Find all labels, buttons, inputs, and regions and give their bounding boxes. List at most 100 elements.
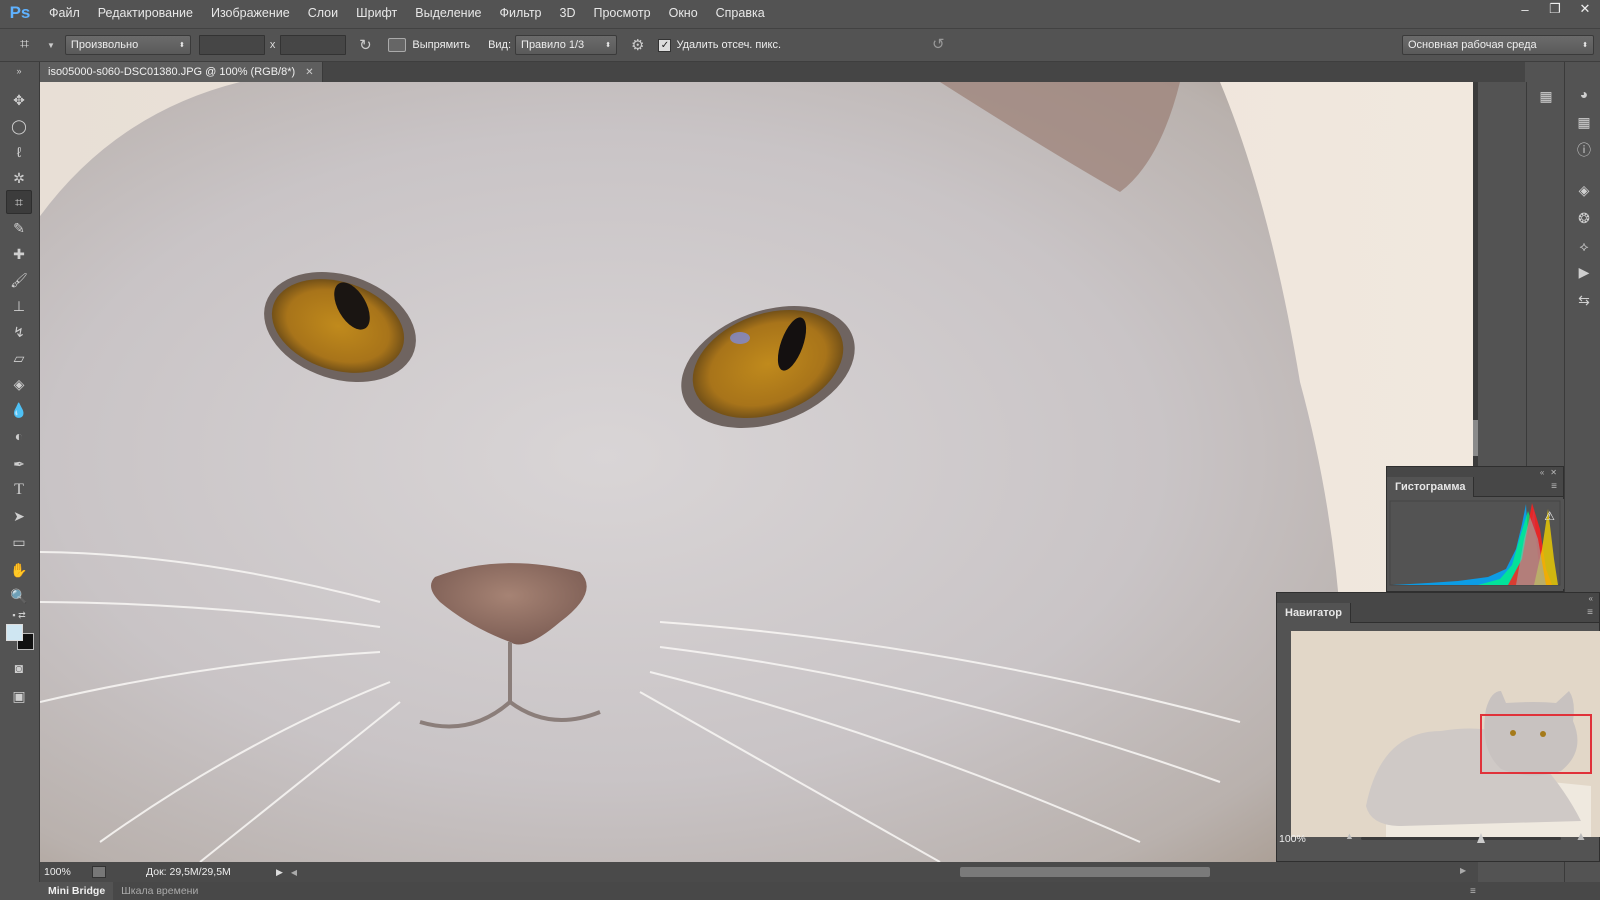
menu-edit[interactable]: Редактирование bbox=[89, 0, 202, 26]
reset-icon[interactable]: ↺ bbox=[932, 35, 945, 53]
panel-menu-icon[interactable]: ≡ bbox=[1470, 886, 1476, 897]
blur-tool-icon[interactable]: 💧 bbox=[6, 398, 32, 422]
menu-filter[interactable]: Фильтр bbox=[491, 0, 551, 26]
panel-menu-icon[interactable]: ≡ bbox=[1587, 607, 1593, 618]
close-panel-icon[interactable]: ✕ bbox=[1550, 468, 1557, 477]
menu-help[interactable]: Справка bbox=[707, 0, 774, 26]
clone-stamp-tool-icon[interactable]: ⊥ bbox=[6, 294, 32, 318]
history-brush-tool-icon[interactable]: ↯ bbox=[6, 320, 32, 344]
zoom-out-icon[interactable]: ▲ bbox=[1345, 831, 1354, 841]
zoom-level[interactable]: 100% bbox=[40, 866, 92, 878]
navigator-preview[interactable] bbox=[1291, 631, 1600, 837]
document-size-info: Док: 29,5M/29,5M bbox=[146, 866, 231, 878]
path-selection-tool-icon[interactable]: ➤ bbox=[6, 504, 32, 528]
adjustments-icon[interactable]: ⇆ bbox=[1574, 290, 1594, 310]
restore-icon[interactable]: ❐ bbox=[1540, 0, 1570, 18]
dodge-tool-icon[interactable]: ◐ bbox=[6, 424, 32, 448]
paths-icon[interactable]: ⟡ bbox=[1574, 236, 1594, 256]
status-menu-arrow-icon[interactable]: ▶ bbox=[276, 867, 283, 878]
menu-image[interactable]: Изображение bbox=[202, 0, 299, 26]
horizontal-scrollbar-thumb[interactable] bbox=[960, 867, 1210, 877]
menu-view[interactable]: Просмотр bbox=[585, 0, 660, 26]
menu-file[interactable]: Файл bbox=[40, 0, 89, 26]
view-select[interactable]: Правило 1/3 ⬍ bbox=[515, 35, 618, 55]
straighten-icon[interactable] bbox=[388, 38, 407, 52]
paint-bucket-tool-icon[interactable]: ◈ bbox=[6, 372, 32, 396]
view-select-value: Правило 1/3 bbox=[521, 39, 585, 51]
gear-icon[interactable]: ⚙ bbox=[631, 36, 644, 54]
magic-wand-tool-icon[interactable]: ✲ bbox=[6, 166, 32, 190]
menu-select[interactable]: Выделение bbox=[406, 0, 490, 26]
document-canvas[interactable] bbox=[40, 82, 1478, 862]
navigator-panel: « Навигатор ≡ 100% ▲ ▲ bbox=[1276, 592, 1600, 862]
quick-mask-icon[interactable]: ◙ bbox=[6, 656, 32, 680]
collapse-panel-icon[interactable]: « bbox=[1589, 594, 1593, 603]
move-tool-icon[interactable]: ✥ bbox=[6, 88, 32, 112]
menu-bar: Ps Файл Редактирование Изображение Слои … bbox=[0, 0, 1600, 26]
delete-cropped-checkbox[interactable]: ✓ bbox=[658, 38, 672, 52]
ratio-select[interactable]: Произвольно ⬍ bbox=[64, 35, 191, 55]
foreground-color-swatch[interactable] bbox=[6, 624, 23, 641]
zoom-in-icon[interactable]: ▲ bbox=[1575, 829, 1587, 843]
layers-icon[interactable]: ◈ bbox=[1574, 180, 1594, 200]
select-arrows-icon: ⬍ bbox=[179, 42, 185, 49]
height-input[interactable] bbox=[280, 35, 347, 55]
screen-mode-icon[interactable]: ▣ bbox=[6, 684, 32, 708]
brush-tool-icon[interactable]: 🖌 bbox=[6, 268, 32, 292]
crop-tool-icon[interactable]: ⌗ bbox=[6, 190, 32, 214]
collapse-panel-icon[interactable]: « bbox=[1540, 468, 1544, 477]
actions-icon[interactable]: ▶ bbox=[1574, 262, 1594, 282]
color-panel-icon[interactable]: ◕ bbox=[1574, 84, 1594, 104]
navigator-tab[interactable]: Навигатор bbox=[1277, 602, 1351, 623]
lasso-tool-icon[interactable]: ℓ bbox=[6, 140, 32, 164]
tab-timeline[interactable]: Шкала времени bbox=[113, 882, 206, 900]
rectangle-tool-icon[interactable]: ▭ bbox=[6, 530, 32, 554]
info-icon[interactable]: ⓘ bbox=[1574, 140, 1594, 160]
crop-tool-preset-icon[interactable]: ⌗ bbox=[20, 36, 42, 54]
histogram-panel: « ✕ Гистограмма ≡ ⚠ bbox=[1386, 466, 1564, 592]
channels-icon[interactable]: ❂ bbox=[1574, 208, 1594, 228]
straighten-button[interactable]: Выпрямить bbox=[412, 39, 470, 51]
width-input[interactable] bbox=[198, 35, 265, 55]
scroll-right-icon[interactable]: ▶ bbox=[1460, 866, 1466, 875]
select-arrows-icon: ⬍ bbox=[605, 42, 612, 49]
type-tool-icon[interactable]: T bbox=[6, 478, 32, 502]
navigator-zoom-level[interactable]: 100% bbox=[1279, 833, 1306, 845]
delete-cropped-label: Удалить отсеч. пикс. bbox=[676, 39, 782, 51]
histogram-tab[interactable]: Гистограмма bbox=[1387, 476, 1475, 497]
panel-menu-icon[interactable]: ≡ bbox=[1551, 481, 1557, 492]
workspace-select[interactable]: Основная рабочая среда ⬍ bbox=[1402, 35, 1594, 55]
swap-dimensions-icon[interactable]: ↻ bbox=[356, 36, 374, 54]
navigator-zoom-slider[interactable] bbox=[1361, 833, 1561, 843]
export-icon[interactable] bbox=[92, 866, 106, 878]
swatches-icon[interactable]: ▦ bbox=[1574, 112, 1594, 132]
menu-layers[interactable]: Слои bbox=[299, 0, 347, 26]
tab-mini-bridge[interactable]: Mini Bridge bbox=[40, 882, 114, 900]
zoom-tool-icon[interactable]: 🔍 bbox=[6, 584, 32, 608]
minimize-icon[interactable]: – bbox=[1510, 0, 1540, 18]
menu-type[interactable]: Шрифт bbox=[347, 0, 406, 26]
default-colors-icon[interactable]: ▪ ⇄ bbox=[6, 608, 32, 622]
history-icon[interactable]: ▦ bbox=[1536, 86, 1556, 106]
vertical-scrollbar-thumb[interactable] bbox=[1473, 420, 1478, 456]
window-controls: – ❐ ✕ bbox=[1510, 0, 1600, 20]
scroll-left-icon[interactable]: ◀ bbox=[291, 868, 297, 877]
collapse-icon[interactable]: » bbox=[6, 66, 32, 76]
close-tab-icon[interactable]: ✕ bbox=[305, 67, 313, 78]
menu-3d[interactable]: 3D bbox=[551, 0, 585, 26]
status-bar: 100% Док: 29,5M/29,5M ▶ ◀ ▶ bbox=[40, 862, 1478, 882]
menu-window[interactable]: Окно bbox=[660, 0, 707, 26]
healing-brush-tool-icon[interactable]: ✚ bbox=[6, 242, 32, 266]
document-tab[interactable]: iso05000-s060-DSC01380.JPG @ 100% (RGB/8… bbox=[40, 62, 323, 82]
preset-dropdown-icon[interactable]: ▼ bbox=[47, 41, 55, 50]
pen-tool-icon[interactable]: ✒ bbox=[6, 452, 32, 476]
hand-tool-icon[interactable]: ✋ bbox=[6, 558, 32, 582]
histogram-panel-header: Гистограмма ≡ bbox=[1387, 476, 1563, 497]
warning-icon[interactable]: ⚠ bbox=[1544, 509, 1555, 523]
marquee-tool-icon[interactable]: ◯ bbox=[6, 114, 32, 138]
close-icon[interactable]: ✕ bbox=[1570, 0, 1600, 18]
eraser-tool-icon[interactable]: ▱ bbox=[6, 346, 32, 370]
eyedropper-tool-icon[interactable]: ✎ bbox=[6, 216, 32, 240]
select-arrows-icon: ⬍ bbox=[1582, 42, 1588, 49]
dock-column-1: ▦ bbox=[1526, 82, 1564, 466]
